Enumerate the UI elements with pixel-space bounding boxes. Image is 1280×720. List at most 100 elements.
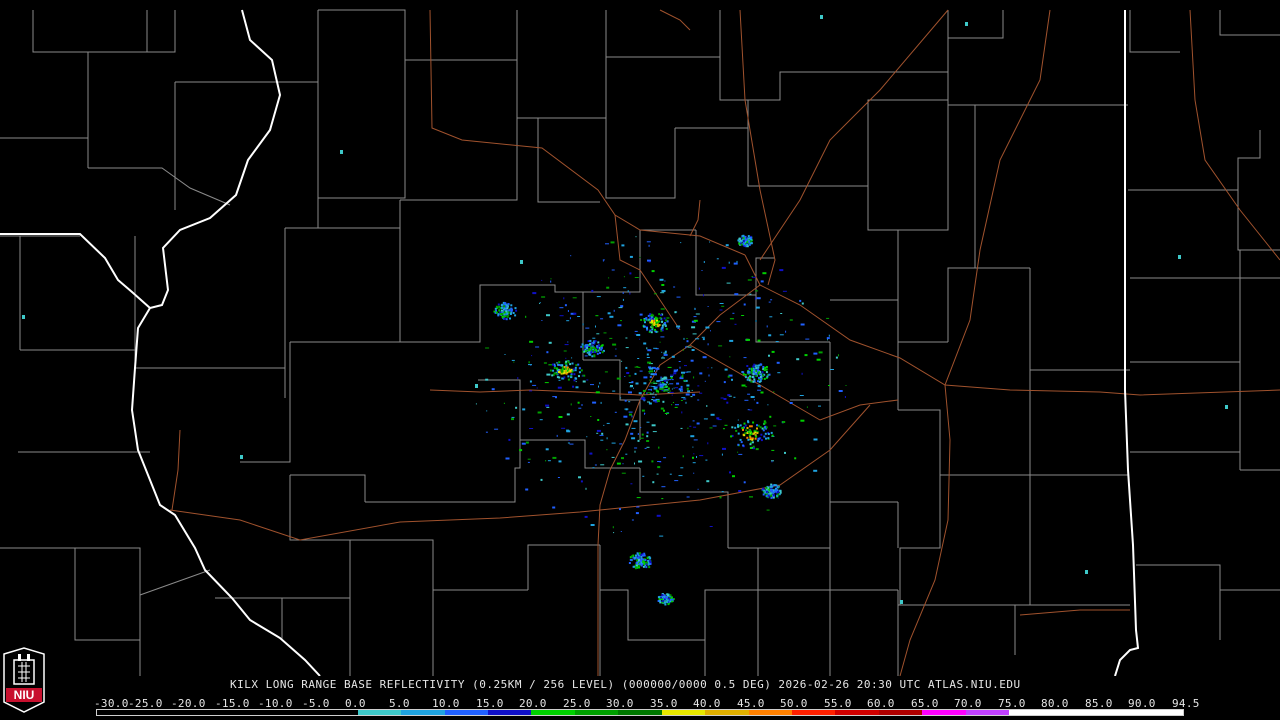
- echo-pixel: [612, 343, 617, 346]
- echo-pixel: [596, 352, 599, 355]
- echo-pixel: [628, 411, 633, 413]
- echo-pixel: [588, 353, 591, 356]
- echo-pixel: [756, 401, 759, 404]
- echo-pixel: [748, 379, 751, 382]
- echo-pixel: [22, 315, 25, 319]
- echo-pixel: [691, 326, 696, 329]
- echo-pixel: [758, 376, 761, 379]
- echo-pixel: [545, 404, 550, 407]
- echo-pixel: [610, 241, 615, 244]
- echo-pixel: [685, 346, 687, 349]
- echo-pixel: [692, 393, 696, 396]
- echo-pixel: [587, 340, 590, 343]
- echo-pixel: [737, 451, 739, 453]
- echo-pixel: [658, 313, 661, 316]
- color-bar-segment: [835, 710, 879, 715]
- product-title: KILX LONG RANGE BASE REFLECTIVITY (0.25K…: [230, 678, 1021, 691]
- echo-pixel: [622, 298, 624, 301]
- echo-pixel: [649, 560, 652, 563]
- echo-pixel: [580, 345, 583, 348]
- echo-pixel: [621, 244, 625, 247]
- highway-lines: [169, 9, 1280, 676]
- echo-pixel: [621, 360, 623, 362]
- echo-pixel: [750, 242, 753, 245]
- echo-pixel: [765, 495, 768, 498]
- echo-pixel: [501, 309, 503, 312]
- echo-pixel: [563, 297, 565, 300]
- echo-pixel: [548, 341, 552, 344]
- echo-pixel: [766, 375, 769, 378]
- echo-pixel: [676, 325, 681, 328]
- echo-pixel: [777, 491, 779, 494]
- echo-pixel: [655, 367, 660, 370]
- echo-pixel: [569, 369, 572, 372]
- echo-pixel: [627, 290, 629, 293]
- echo-pixel: [679, 366, 681, 369]
- echo-pixel: [727, 394, 731, 397]
- echo-pixel: [659, 387, 664, 389]
- echo-pixel: [706, 480, 710, 483]
- echo-pixel: [758, 380, 761, 383]
- echo-pixel: [744, 239, 747, 241]
- echo-pixel: [501, 303, 504, 306]
- radar-map[interactable]: [0, 0, 1280, 676]
- echo-pixel: [639, 562, 641, 565]
- echo-pixel: [631, 415, 633, 418]
- echo-pixel: [690, 359, 694, 362]
- echo-pixel: [663, 457, 667, 459]
- echo-pixel: [557, 386, 562, 389]
- color-bar-segment: [792, 710, 836, 715]
- echo-pixel: [601, 432, 604, 435]
- echo-pixel: [638, 392, 642, 395]
- echo-pixel: [653, 347, 658, 349]
- echo-pixel: [770, 494, 773, 497]
- echo-pixel: [750, 367, 753, 370]
- echo-pixel: [504, 302, 507, 305]
- echo-pixel: [551, 374, 554, 377]
- echo-pixel: [710, 330, 711, 332]
- echo-pixel: [643, 342, 647, 345]
- echo-pixel: [575, 381, 577, 383]
- echo-pixel: [596, 429, 601, 432]
- echo-pixel: [594, 340, 597, 343]
- echo-pixel: [794, 457, 797, 460]
- echo-pixel: [741, 427, 744, 429]
- echo-pixel: [750, 425, 753, 428]
- echo-pixel: [680, 400, 683, 401]
- echo-pixel: [660, 384, 662, 387]
- echo-pixel: [659, 381, 661, 383]
- echo-pixel: [634, 330, 638, 332]
- echo-pixel: [765, 371, 768, 374]
- echo-pixel: [584, 355, 588, 357]
- echo-pixel: [658, 446, 660, 449]
- echo-pixel: [711, 367, 713, 369]
- echo-pixel: [656, 473, 659, 475]
- echo-pixel: [900, 600, 903, 604]
- echo-pixel: [588, 348, 591, 351]
- echo-pixel: [765, 486, 768, 489]
- echo-pixel: [770, 483, 773, 486]
- echo-pixel: [614, 411, 617, 413]
- echo-pixel: [665, 596, 668, 599]
- echo-pixel: [637, 565, 640, 567]
- echo-pixel: [693, 316, 697, 318]
- echo-pixel: [769, 316, 773, 318]
- echo-pixel: [806, 406, 808, 408]
- echo-pixel: [669, 473, 672, 475]
- echo-pixel: [544, 382, 549, 384]
- echo-pixel: [623, 415, 628, 418]
- echo-pixel: [770, 496, 773, 499]
- echo-pixel: [583, 350, 586, 353]
- echo-pixel: [494, 428, 499, 430]
- echo-pixel: [763, 489, 766, 492]
- echo-pixel: [737, 419, 739, 421]
- echo-pixel: [540, 478, 543, 481]
- echo-pixel: [759, 378, 762, 381]
- echo-pixel: [655, 317, 657, 320]
- echo-pixel: [643, 325, 645, 328]
- echo-pixel: [800, 323, 805, 326]
- reflectivity-scale-labels: -30.0 -25.0 -20.0 -15.0 -10.0 -5.0 0.0 5.0 10.0 1…: [94, 697, 1199, 710]
- echo-pixel: [756, 432, 759, 434]
- echo-pixel: [637, 559, 640, 561]
- echo-pixel: [796, 358, 800, 361]
